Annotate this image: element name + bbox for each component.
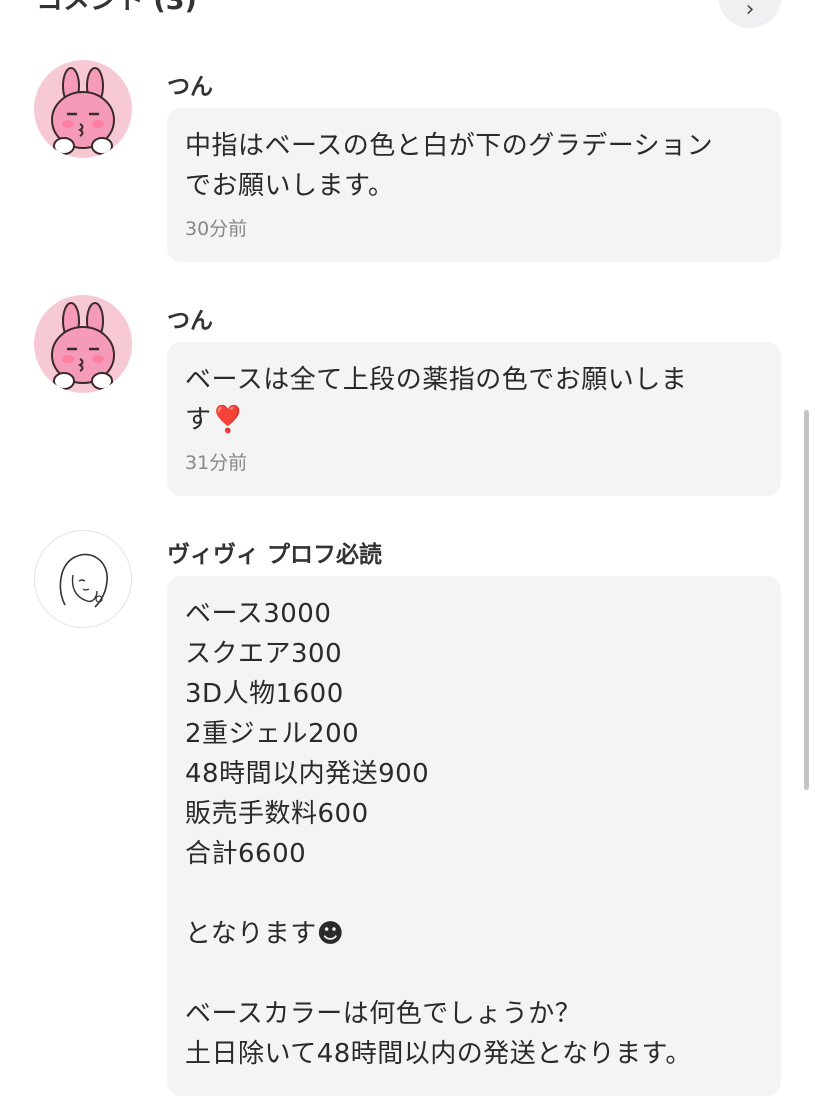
comment-text: ベース3000 スクエア300 3D人物1600 2重ジェル200 48時間以内… xyxy=(185,599,692,1069)
bunny-avatar-icon[interactable] xyxy=(34,295,132,393)
comment-author[interactable]: つん xyxy=(167,67,213,101)
line-drawing-avatar-icon[interactable] xyxy=(34,530,132,628)
comment-bubble: 中指はベースの色と白が下のグラデーション でお願いします。 30分前 xyxy=(167,108,781,262)
comment-bubble: ベースは全て上段の薬指の色でお願いしま す❣️ 31分前 xyxy=(167,342,781,496)
comment-text: 中指はベースの色と白が下のグラデーション でお願いします。 xyxy=(185,131,714,201)
comment-bubble: ベース3000 スクエア300 3D人物1600 2重ジェル200 48時間以内… xyxy=(167,576,781,1096)
comment-text: ベースは全て上段の薬指の色でお願いしま す❣️ xyxy=(185,365,688,435)
comment-timestamp: 31分前 xyxy=(185,452,248,474)
bunny-avatar-icon[interactable] xyxy=(34,60,132,158)
comments-header: コメント (3) › xyxy=(0,0,815,28)
comment-author[interactable]: つん xyxy=(167,301,213,335)
comments-title: コメント (3) xyxy=(36,0,197,16)
comment-timestamp: 30分前 xyxy=(185,218,248,240)
next-button[interactable]: › xyxy=(718,0,782,28)
comment-author[interactable]: ヴィヴィ プロフ必読 xyxy=(167,535,382,569)
scrollbar[interactable] xyxy=(804,410,809,790)
chevron-right-icon: › xyxy=(745,0,755,22)
